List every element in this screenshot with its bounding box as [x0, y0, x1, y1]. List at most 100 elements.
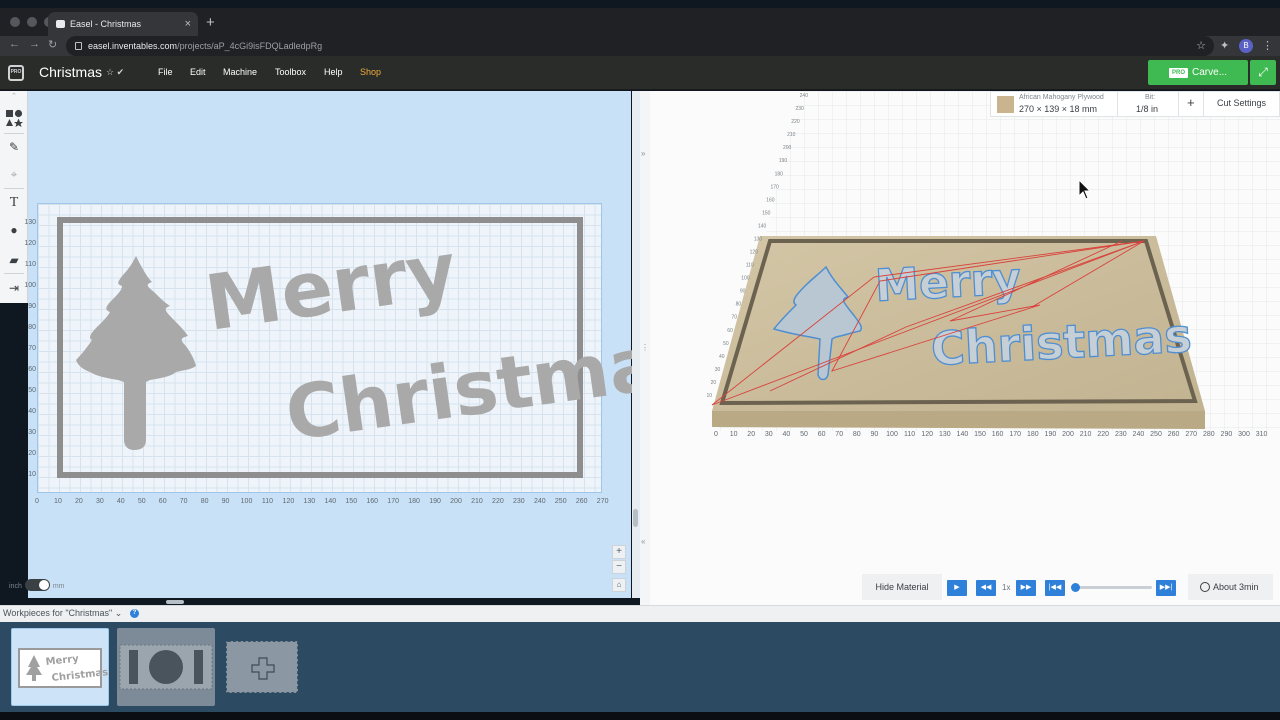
wood-board-front: [712, 411, 1205, 429]
add-workpiece-button[interactable]: [226, 641, 298, 693]
design-y-tick-label: 10: [28, 471, 36, 478]
design-x-tick-label: 230: [513, 498, 525, 505]
design-x-tick-label: 30: [96, 498, 104, 505]
expand-right-icon[interactable]: »: [641, 149, 645, 158]
material-swatch[interactable]: [997, 96, 1014, 113]
fullscreen-expand-icon[interactable]: ⤢: [1250, 60, 1276, 85]
workpiece-preview-shapes: [119, 644, 213, 690]
estimated-time-label: About 3min: [1213, 582, 1259, 592]
preview-y-tick-label: 160: [766, 197, 775, 203]
design-x-tick-label: 150: [345, 498, 357, 505]
extensions-puzzle-icon[interactable]: ✦: [1220, 39, 1229, 52]
preview-x-tick-label: 180: [1027, 431, 1039, 438]
mouse-cursor-icon: [1078, 179, 1092, 200]
preview-y-tick-label: 50: [723, 341, 729, 347]
plus-icon: [251, 657, 275, 680]
workpiece-thumbnail-christmas[interactable]: Merry Christmas: [11, 628, 109, 706]
material-dimensions[interactable]: 270 × 139 × 18 mm: [1019, 104, 1097, 114]
preview-x-tick-label: 140: [957, 431, 969, 438]
preview-x-tick-label: 120: [921, 431, 933, 438]
unit-toggle[interactable]: inch mm: [9, 579, 65, 591]
workpieces-label[interactable]: Workpieces for "Christmas" ⌄: [3, 608, 122, 619]
preview-y-tick-label: 60: [727, 328, 733, 334]
add-bit-button[interactable]: +: [1187, 95, 1195, 110]
design-y-tick-label: 20: [28, 450, 36, 457]
preview-x-tick-label: 240: [1133, 431, 1145, 438]
design-y-axis: 130 120 110 100 90 80 70 60 50 40 30 20 10: [24, 219, 36, 478]
playback-speed[interactable]: 1x: [1002, 580, 1010, 596]
drag-handle-icon[interactable]: ⋮: [641, 343, 649, 352]
design-y-tick-label: 60: [28, 366, 36, 373]
design-x-tick-label: 130: [304, 498, 316, 505]
skip-to-end-icon[interactable]: ▶▶|: [1156, 580, 1176, 596]
preview-x-tick-label: 230: [1115, 431, 1127, 438]
design-x-tick-label: 270: [597, 498, 609, 505]
preview-x-tick-label: 280: [1203, 431, 1215, 438]
design-horizontal-scroll-thumb[interactable]: [166, 600, 184, 604]
merry-text-shape[interactable]: Merry: [200, 225, 462, 348]
bit-value[interactable]: 1/8 in: [1136, 104, 1158, 114]
carve-button[interactable]: PRO Carve...: [1148, 60, 1248, 85]
scroll-thumb[interactable]: [633, 509, 638, 527]
design-y-tick-label: 80: [28, 324, 36, 331]
preview-x-tick-label: 290: [1221, 431, 1233, 438]
hide-material-button[interactable]: Hide Material: [862, 574, 942, 600]
estimated-time-button[interactable]: About 3min: [1188, 574, 1273, 600]
preview-y-tick-label: 150: [762, 210, 771, 216]
preview-x-tick-label: 70: [835, 431, 843, 438]
design-x-tick-label: 90: [222, 498, 230, 505]
preview-merry-carve: Merry: [874, 253, 1022, 312]
design-x-tick-label: 190: [429, 498, 441, 505]
preview-y-tick-label: 20: [711, 380, 717, 386]
rewind-icon[interactable]: ◀◀: [976, 580, 996, 596]
pro-badge: PRO: [1169, 68, 1189, 78]
panel-splitter[interactable]: » ⋮ «: [640, 91, 650, 605]
unit-mm-label: mm: [52, 583, 65, 590]
christmas-text-shape[interactable]: Christmas: [281, 314, 640, 458]
preview-x-tick-label: 250: [1150, 431, 1162, 438]
design-y-tick-label: 130: [24, 219, 36, 226]
design-vertical-scrollbar[interactable]: [632, 91, 640, 598]
carve-preview-3d[interactable]: Merry Christmas 0 10 20 30 40 50 60 70 80 90 100 11…: [650, 91, 1280, 605]
design-x-tick-label: 250: [555, 498, 567, 505]
preview-x-tick-label: 30: [765, 431, 773, 438]
zoom-in-button[interactable]: +: [612, 545, 626, 559]
help-icon[interactable]: ?: [130, 609, 139, 618]
design-x-tick-label: 60: [159, 498, 167, 505]
design-x-tick-label: 220: [492, 498, 504, 505]
design-x-tick-label: 200: [450, 498, 462, 505]
skip-to-start-icon[interactable]: |◀◀: [1045, 580, 1065, 596]
unit-switch[interactable]: [24, 579, 50, 591]
preview-y-tick-label: 90: [740, 289, 746, 295]
workpieces-header: Workpieces for "Christmas" ⌄ ?: [0, 605, 1280, 622]
home-view-icon[interactable]: ⌂: [612, 578, 626, 592]
preview-x-tick-label: 130: [939, 431, 951, 438]
panel-divider: [1117, 92, 1118, 116]
profile-avatar[interactable]: B: [1239, 39, 1253, 53]
fast-forward-icon[interactable]: ▶▶: [1016, 580, 1036, 596]
unit-inch-label: inch: [9, 583, 22, 590]
preview-x-tick-label: 200: [1062, 431, 1074, 438]
design-x-tick-label: 80: [201, 498, 209, 505]
expand-left-icon[interactable]: «: [641, 537, 645, 546]
workpiece-thumbnail-2[interactable]: [117, 628, 215, 706]
bookmark-star-icon[interactable]: ☆: [1196, 36, 1206, 56]
playback-slider[interactable]: [1071, 583, 1152, 592]
christmas-tree-shape[interactable]: [76, 256, 196, 450]
browser-menu-icon[interactable]: ⋮: [1262, 39, 1273, 52]
window-bottom-edge: [0, 712, 1280, 720]
preview-y-tick-label: 190: [779, 158, 788, 164]
preview-x-tick-label: 20: [747, 431, 755, 438]
play-icon[interactable]: ▶: [947, 580, 967, 596]
app-window: Easel - Christmas × + ← → ↻ easel.invent…: [0, 0, 1280, 720]
preview-y-tick-label: 30: [715, 367, 721, 373]
preview-x-tick-label: 110: [904, 431, 915, 438]
chevron-down-icon[interactable]: ⌄: [115, 608, 123, 618]
zoom-out-button[interactable]: −: [612, 560, 626, 574]
preview-y-tick-label: 110: [746, 263, 754, 269]
cut-settings-button[interactable]: Cut Settings: [1217, 98, 1266, 108]
preview-y-tick-label: 120: [750, 250, 759, 256]
material-name[interactable]: African Mahogany Plywood: [1019, 94, 1104, 101]
preview-x-tick-label: 270: [1185, 431, 1197, 438]
playback-slider-knob[interactable]: [1071, 583, 1080, 592]
